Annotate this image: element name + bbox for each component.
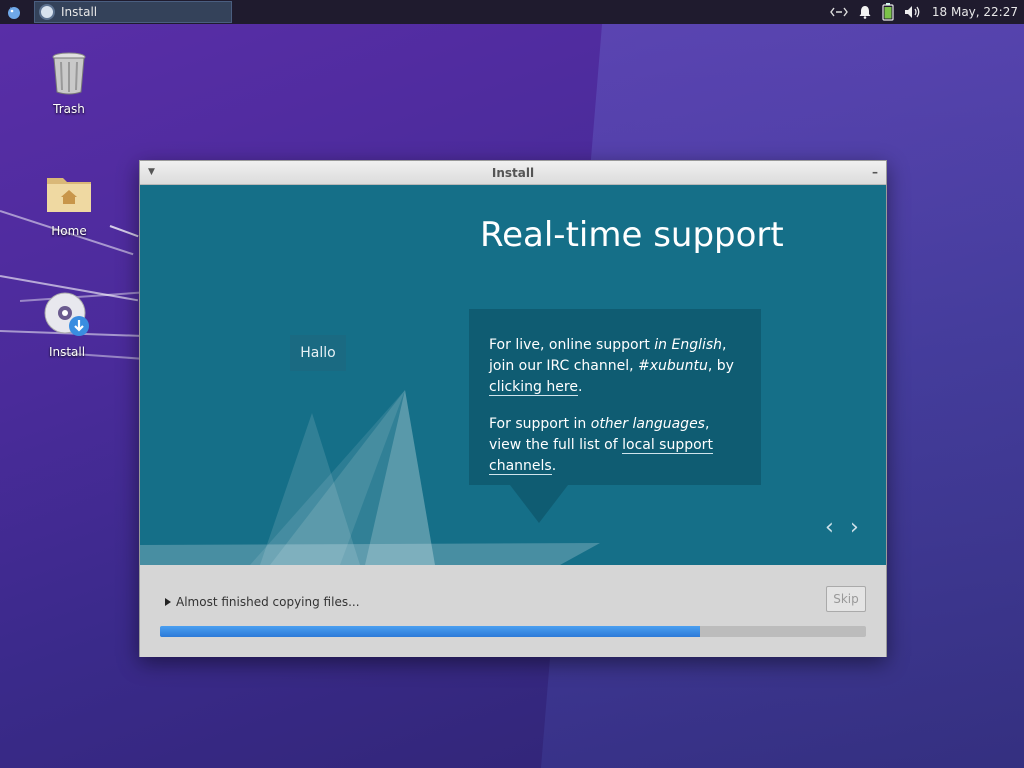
desktop-icon-label: Trash (53, 102, 85, 116)
desktop-icon-trash[interactable]: Trash (29, 48, 109, 116)
system-tray: 18 May, 22:27 (830, 3, 1024, 21)
text-emphasis: in English (654, 337, 723, 353)
hallo-bubble: Hallo (290, 335, 346, 371)
text-emphasis: other languages (590, 416, 705, 432)
xfce-menu-icon (8, 7, 20, 19)
prev-slide-button[interactable]: ‹ (825, 515, 834, 540)
text: . (551, 458, 557, 474)
install-disc-icon (43, 291, 91, 339)
support-paragraph-irc: For live, online support in English, joi… (489, 335, 743, 398)
status-text: Almost finished copying files... (176, 595, 360, 609)
desktop-icon-home[interactable]: Home (29, 170, 109, 238)
volume-icon[interactable] (904, 5, 922, 19)
text: . (577, 379, 583, 395)
skip-button[interactable]: Skip (826, 586, 866, 612)
home-folder-icon (45, 170, 93, 218)
taskbar-button-label: Install (61, 5, 98, 19)
wallpaper-streak (109, 225, 139, 238)
window-title: Install (491, 165, 535, 180)
taskbar-button-install[interactable]: Install (34, 1, 232, 23)
window-titlebar[interactable]: ▼ Install – (140, 161, 886, 185)
clicking-here-link[interactable]: clicking here (489, 379, 578, 396)
desktop-icon-label: Home (51, 224, 87, 238)
xfce-menu-button[interactable] (0, 0, 28, 24)
install-progress-bar (160, 626, 866, 637)
progress-fill (160, 626, 701, 637)
network-icon[interactable] (830, 6, 848, 18)
text: For support in (489, 416, 591, 432)
window-menu-icon[interactable]: ▼ (148, 167, 155, 177)
top-panel: Install 18 May, 22:27 (0, 0, 1024, 24)
support-paragraph-languages: For support in other languages, view the… (489, 414, 743, 477)
support-info-box: For live, online support in English, joi… (469, 309, 761, 485)
install-status[interactable]: Almost finished copying files... (164, 595, 360, 609)
notification-bell-icon[interactable] (858, 5, 872, 19)
text: , by (707, 358, 734, 374)
slideshow-panel: Hallo Real-time support For live, online… (140, 185, 886, 565)
clock[interactable]: 18 May, 22:27 (932, 5, 1018, 19)
expander-arrow-icon (165, 598, 171, 606)
install-app-icon (39, 4, 55, 20)
desktop-icon-install[interactable]: Install (27, 291, 107, 359)
slide-title: Real-time support (480, 215, 784, 255)
text: For live, online support (489, 337, 655, 353)
battery-icon[interactable] (882, 3, 894, 21)
text-emphasis: #xubuntu (638, 358, 708, 374)
trash-icon (45, 48, 93, 96)
installer-window: ▼ Install – Hallo Real-time support For … (139, 160, 887, 657)
desktop-icon-label: Install (48, 345, 86, 359)
install-status-area: Almost finished copying files... Skip (140, 565, 886, 657)
minimize-button[interactable]: – (872, 165, 878, 179)
support-box-tail (510, 485, 568, 523)
next-slide-button[interactable]: › (850, 515, 859, 540)
